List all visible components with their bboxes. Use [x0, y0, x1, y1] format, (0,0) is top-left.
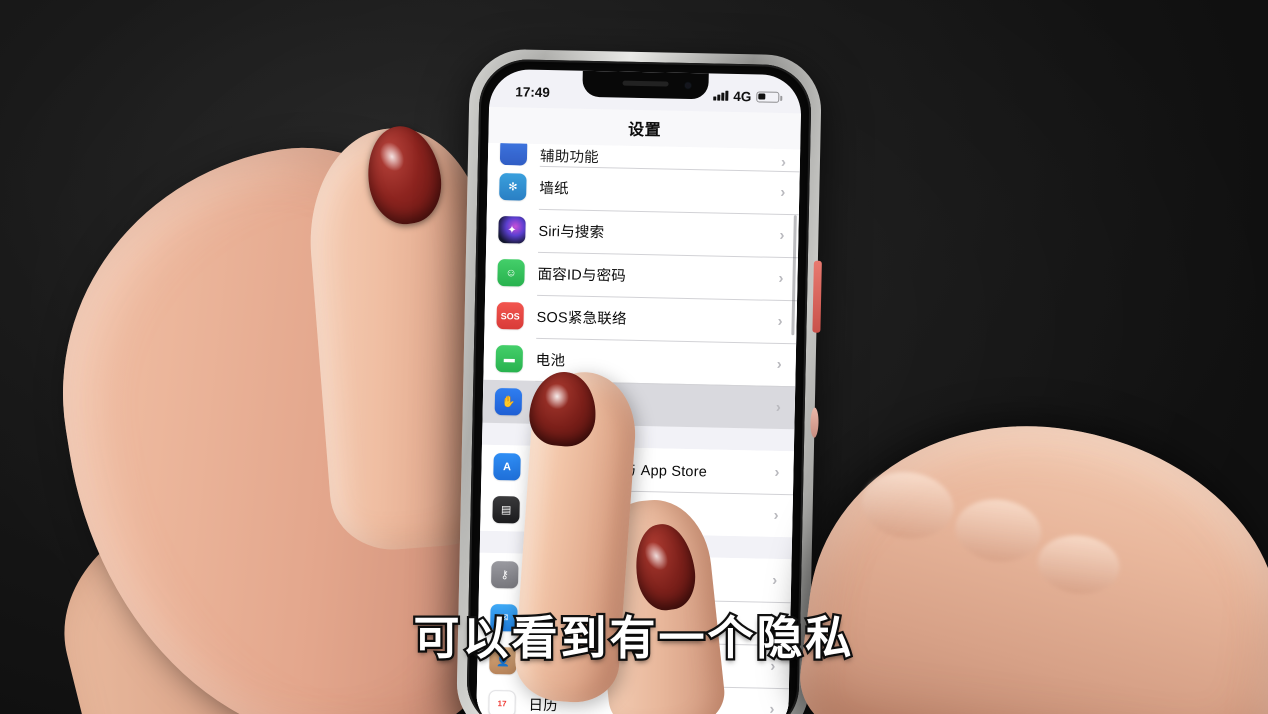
power-button[interactable]	[812, 260, 822, 333]
wallet-icon: ▤	[492, 495, 520, 524]
chevron-right-icon: ›	[775, 398, 781, 416]
settings-row-label: 电池	[535, 352, 566, 370]
nav-bar: 设置	[488, 106, 801, 150]
password-key-icon: ⚷	[490, 560, 519, 589]
small-button[interactable]	[810, 407, 819, 438]
signal-bars-icon	[713, 90, 729, 101]
settings-row[interactable]: ☺ 面容ID与密码 ›	[485, 250, 798, 301]
wallpaper-icon: ✻	[499, 173, 527, 201]
status-time: 17:49	[515, 83, 551, 100]
chevron-right-icon: ›	[779, 226, 785, 245]
settings-row[interactable]: ▬ 电池 ›	[483, 336, 797, 387]
video-frame: 17:49 4G 设置 辅助功能 › ✻ 墙纸 › ✦ Siri与搜索 › ☺ …	[0, 0, 1268, 714]
settings-row[interactable]: SOS SOS紧急联络 ›	[484, 293, 798, 344]
siri-icon: ✦	[498, 216, 526, 244]
battery-icon: ▬	[495, 344, 524, 373]
settings-row[interactable]: ✻ 墙纸 ›	[486, 164, 800, 215]
network-label: 4G	[733, 88, 752, 104]
app-store-icon: A	[493, 452, 521, 481]
settings-row-label: 墙纸	[539, 180, 569, 198]
settings-row[interactable]: ✦ Siri与搜索 ›	[486, 207, 799, 258]
group-system: 辅助功能 › ✻ 墙纸 › ✦ Siri与搜索 › ☺ 面容ID与密码 › SOS SOS紧急联络 › ▬ 电…	[482, 142, 801, 430]
calendar-icon: 17	[488, 689, 516, 714]
status-bar-left: 17:49	[515, 84, 554, 100]
front-camera-icon	[685, 82, 691, 89]
chevron-right-icon: ›	[773, 506, 779, 524]
notch	[582, 70, 709, 100]
sos-icon: SOS	[496, 302, 524, 330]
chevron-right-icon: ›	[780, 153, 787, 172]
chevron-right-icon: ›	[769, 700, 775, 714]
chevron-right-icon: ›	[777, 312, 783, 330]
settings-row-label: 面容ID与密码	[537, 266, 627, 285]
status-bar-right: 4G	[713, 88, 780, 104]
privacy-icon: ✋	[494, 387, 523, 416]
knuckle	[951, 494, 1045, 567]
page-title: 设置	[627, 121, 662, 140]
settings-row-label: 辅助功能	[539, 148, 599, 167]
knuckle	[857, 467, 958, 544]
chevron-right-icon: ›	[774, 463, 780, 481]
chevron-right-icon: ›	[778, 269, 784, 287]
accessibility-icon	[499, 142, 528, 166]
subtitle-caption: 可以看到有一个隐私	[411, 610, 855, 667]
earpiece-speaker	[622, 80, 669, 87]
chevron-right-icon: ›	[772, 571, 778, 589]
chevron-right-icon: ›	[776, 355, 782, 373]
battery-low-icon	[756, 90, 780, 103]
chevron-right-icon: ›	[780, 183, 786, 202]
knuckle	[1034, 530, 1123, 599]
face-id-icon: ☺	[497, 259, 525, 287]
settings-row-label: Siri与搜索	[538, 223, 605, 242]
settings-row-label: SOS紧急联络	[536, 309, 627, 328]
